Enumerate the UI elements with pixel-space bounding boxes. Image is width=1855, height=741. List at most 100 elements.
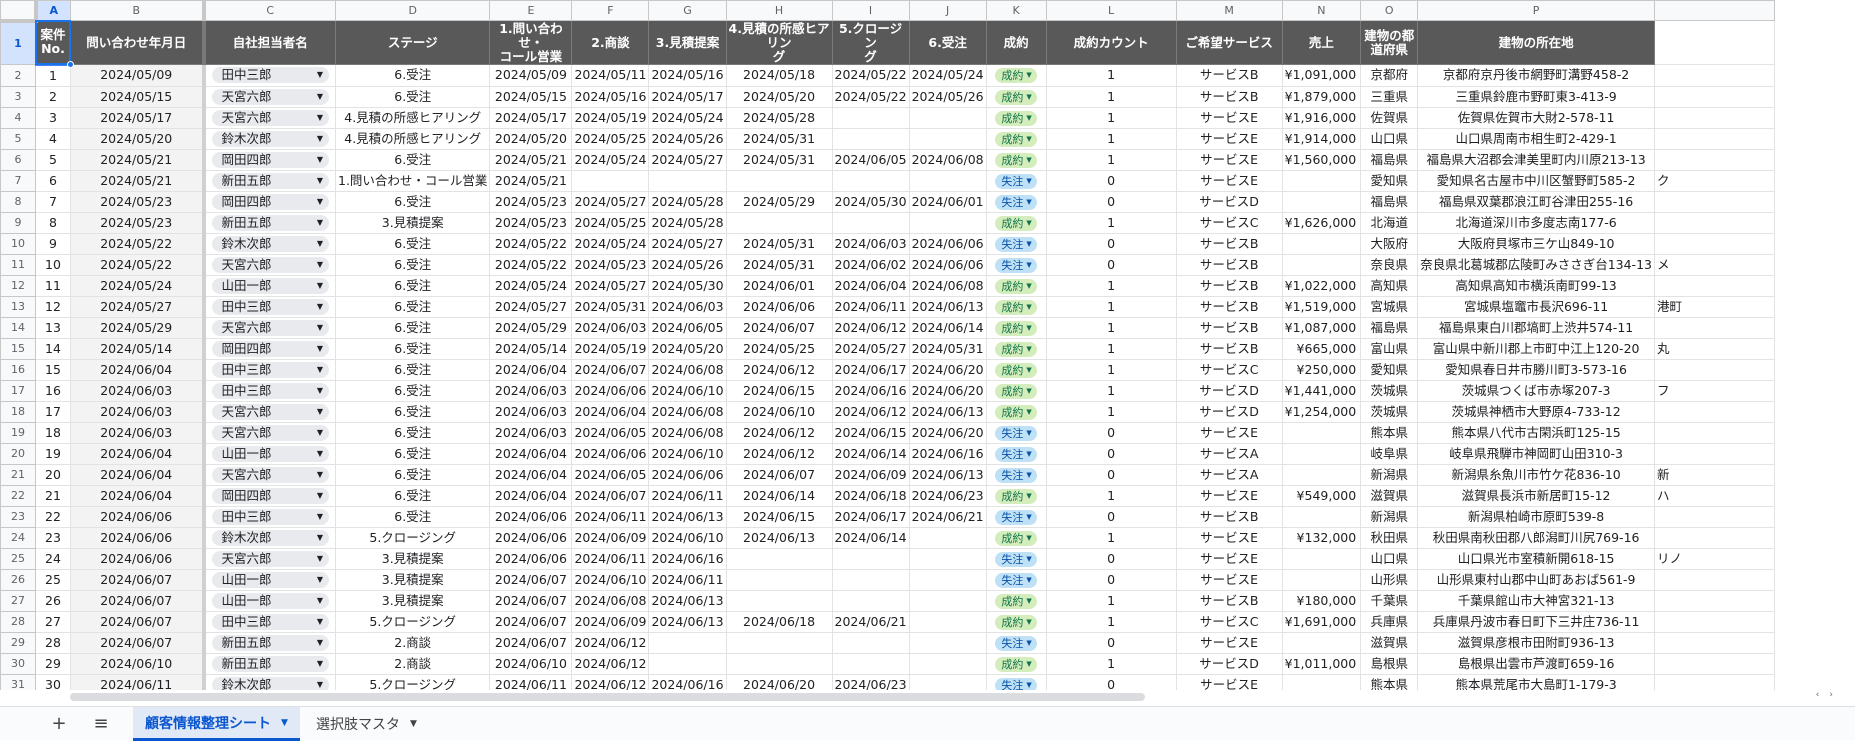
- status-cell[interactable]: 成約 ▼: [985, 85, 1047, 108]
- overflow-cell[interactable]: [1653, 274, 1775, 297]
- prefecture-cell[interactable]: 山形県: [1360, 568, 1419, 591]
- assignee-cell[interactable]: 田中三郎 ▼: [203, 295, 336, 318]
- status-cell[interactable]: 失注 ▼: [985, 253, 1047, 276]
- hearing-date-cell[interactable]: 2024/06/14: [725, 484, 833, 507]
- order-date-cell[interactable]: [908, 106, 987, 129]
- meeting-date-cell[interactable]: 2024/06/07: [571, 484, 650, 507]
- meeting-date-cell[interactable]: 2024/05/16: [571, 85, 650, 108]
- stage-cell[interactable]: 6.受注: [334, 64, 491, 87]
- inquiry-date-cell[interactable]: 2024/05/21: [70, 169, 206, 192]
- stage-cell[interactable]: 6.受注: [334, 421, 491, 444]
- status-chip[interactable]: 失注 ▼: [995, 635, 1037, 651]
- chevron-down-icon[interactable]: ▼: [1026, 573, 1031, 588]
- count-cell[interactable]: 1: [1045, 400, 1177, 423]
- status-cell[interactable]: 成約 ▼: [985, 106, 1047, 129]
- order-date-cell[interactable]: [908, 673, 987, 690]
- row-number[interactable]: 26: [0, 568, 36, 591]
- header-cell[interactable]: 成約カウント: [1045, 20, 1177, 65]
- service-cell[interactable]: サービスC: [1175, 358, 1283, 381]
- row-number[interactable]: 13: [0, 295, 36, 318]
- case-no-cell[interactable]: 25: [35, 568, 71, 591]
- chevron-down-icon[interactable]: ▼: [317, 299, 323, 315]
- row-number[interactable]: 3: [0, 85, 36, 108]
- count-cell[interactable]: 1: [1045, 358, 1177, 381]
- address-cell[interactable]: 福島県双葉郡浪江町谷津田255-16: [1417, 190, 1655, 213]
- stage-cell[interactable]: 6.受注: [334, 316, 491, 339]
- meeting-date-cell[interactable]: 2024/05/24: [571, 232, 650, 255]
- overflow-cell[interactable]: [1653, 442, 1775, 465]
- order-date-cell[interactable]: 2024/06/21: [908, 505, 987, 528]
- hearing-date-cell[interactable]: 2024/06/07: [725, 463, 833, 486]
- header-cell[interactable]: 自社担当者名: [203, 20, 336, 65]
- spreadsheet-grid[interactable]: A B C D E F G H I J K L M N O P 1 案件 No. 問い合わせ年月日 自社担当者名 ステー…: [0, 0, 1855, 690]
- inquiry-date-step-cell[interactable]: 2024/05/29: [489, 316, 573, 339]
- chevron-down-icon[interactable]: ▼: [1026, 342, 1031, 357]
- service-cell[interactable]: サービスE: [1175, 169, 1283, 192]
- inquiry-date-step-cell[interactable]: 2024/06/11: [489, 673, 573, 690]
- chevron-down-icon[interactable]: ▼: [1026, 678, 1031, 691]
- row-number[interactable]: 12: [0, 274, 36, 297]
- chevron-down-icon[interactable]: ▼: [317, 362, 323, 378]
- service-cell[interactable]: サービスA: [1175, 442, 1283, 465]
- assignee-dropdown[interactable]: 新田五郎 ▼: [211, 655, 329, 672]
- closing-date-cell[interactable]: 2024/06/14: [831, 526, 910, 549]
- row-number[interactable]: 19: [0, 421, 36, 444]
- assignee-dropdown[interactable]: 岡田四郎 ▼: [211, 487, 329, 504]
- closing-date-cell[interactable]: [831, 547, 910, 570]
- meeting-date-cell[interactable]: 2024/06/10: [571, 568, 650, 591]
- sales-cell[interactable]: [1281, 442, 1362, 465]
- row-number[interactable]: 16: [0, 358, 36, 381]
- prefecture-cell[interactable]: 京都府: [1360, 64, 1419, 87]
- column-header[interactable]: E: [489, 0, 573, 21]
- case-no-cell[interactable]: 5: [35, 148, 71, 171]
- quote-date-cell[interactable]: 2024/06/03: [648, 295, 727, 318]
- status-cell[interactable]: 失注 ▼: [985, 547, 1047, 570]
- meeting-date-cell[interactable]: 2024/06/03: [571, 316, 650, 339]
- hearing-date-cell[interactable]: 2024/06/01: [725, 274, 833, 297]
- stage-cell[interactable]: 6.受注: [334, 85, 491, 108]
- order-date-cell[interactable]: 2024/06/20: [908, 421, 987, 444]
- status-chip[interactable]: 成約 ▼: [995, 131, 1037, 147]
- chevron-down-icon[interactable]: ▼: [1026, 384, 1031, 399]
- assignee-cell[interactable]: 天宮六郎 ▼: [203, 85, 336, 108]
- header-cell[interactable]: 6.受注: [908, 20, 987, 65]
- chevron-down-icon[interactable]: ▼: [1026, 132, 1031, 147]
- count-cell[interactable]: 1: [1045, 127, 1177, 150]
- sales-cell[interactable]: [1281, 631, 1362, 654]
- overflow-cell[interactable]: [1653, 316, 1775, 339]
- hearing-date-cell[interactable]: 2024/05/29: [725, 190, 833, 213]
- closing-date-cell[interactable]: 2024/06/18: [831, 484, 910, 507]
- inquiry-date-step-cell[interactable]: 2024/05/22: [489, 253, 573, 276]
- hearing-date-cell[interactable]: [725, 652, 833, 675]
- quote-date-cell[interactable]: 2024/06/16: [648, 673, 727, 690]
- chevron-down-icon[interactable]: ▼: [1026, 510, 1031, 525]
- closing-date-cell[interactable]: 2024/06/16: [831, 379, 910, 402]
- hearing-date-cell[interactable]: [725, 568, 833, 591]
- prefecture-cell[interactable]: 岐阜県: [1360, 442, 1419, 465]
- row-number[interactable]: 30: [0, 652, 36, 675]
- chevron-down-icon[interactable]: ▼: [317, 215, 323, 231]
- stage-cell[interactable]: 6.受注: [334, 358, 491, 381]
- order-date-cell[interactable]: [908, 526, 987, 549]
- chevron-down-icon[interactable]: ▼: [317, 131, 323, 147]
- closing-date-cell[interactable]: [831, 568, 910, 591]
- overflow-cell[interactable]: [1653, 631, 1775, 654]
- meeting-date-cell[interactable]: 2024/06/08: [571, 589, 650, 612]
- chevron-down-icon[interactable]: ▼: [1026, 153, 1031, 168]
- assignee-dropdown[interactable]: 鈴木次郎 ▼: [211, 529, 329, 546]
- row-number[interactable]: 14: [0, 316, 36, 339]
- meeting-date-cell[interactable]: 2024/05/25: [571, 127, 650, 150]
- meeting-date-cell[interactable]: 2024/05/19: [571, 106, 650, 129]
- stage-cell[interactable]: 6.受注: [334, 400, 491, 423]
- order-date-cell[interactable]: 2024/06/01: [908, 190, 987, 213]
- hearing-date-cell[interactable]: 2024/06/12: [725, 442, 833, 465]
- assignee-dropdown[interactable]: 田中三郎 ▼: [211, 298, 329, 315]
- quote-date-cell[interactable]: 2024/06/10: [648, 442, 727, 465]
- stage-cell[interactable]: 5.クロージング: [334, 526, 491, 549]
- inquiry-date-cell[interactable]: 2024/05/15: [70, 85, 206, 108]
- status-chip[interactable]: 成約 ▼: [995, 614, 1037, 630]
- assignee-cell[interactable]: 天宮六郎 ▼: [203, 547, 336, 570]
- address-cell[interactable]: 熊本県八代市古閑浜町125-15: [1417, 421, 1655, 444]
- closing-date-cell[interactable]: 2024/06/04: [831, 274, 910, 297]
- assignee-cell[interactable]: 鈴木次郎 ▼: [203, 526, 336, 549]
